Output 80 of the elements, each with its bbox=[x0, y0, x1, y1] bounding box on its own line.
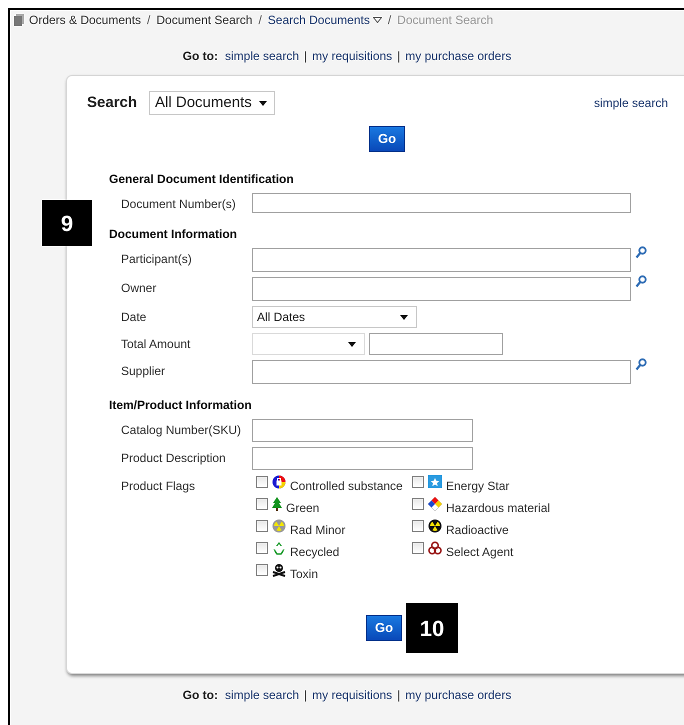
flag-label: Select Agent bbox=[446, 544, 514, 560]
goto-link[interactable]: simple search bbox=[224, 47, 300, 65]
simple-search-link[interactable]: simple search bbox=[594, 94, 668, 112]
flag-icon bbox=[428, 497, 442, 511]
breadcrumb-link[interactable]: Document Search bbox=[156, 11, 252, 29]
field-label: Product Flags bbox=[121, 478, 196, 495]
breadcrumb-link[interactable]: Orders & Documents bbox=[29, 11, 142, 29]
link-separator: | bbox=[304, 48, 308, 65]
checkbox[interactable] bbox=[256, 476, 268, 488]
link-separator: | bbox=[304, 687, 308, 704]
field-label: Catalog Number(SKU) bbox=[121, 422, 242, 439]
flag-icon bbox=[272, 541, 286, 555]
flag-label: Controlled substance bbox=[290, 478, 403, 494]
field-label: Participant(s) bbox=[121, 251, 193, 268]
checkbox[interactable] bbox=[256, 498, 268, 510]
caret-icon bbox=[400, 314, 408, 320]
text-field[interactable] bbox=[252, 277, 631, 301]
checkbox[interactable] bbox=[412, 520, 424, 532]
search-icon bbox=[635, 358, 647, 371]
flag-label: Radioactive bbox=[446, 522, 509, 538]
link-separator: | bbox=[397, 48, 400, 65]
flag-label: Recycled bbox=[290, 544, 340, 560]
text-field[interactable] bbox=[252, 447, 473, 470]
flag-label: Toxin bbox=[290, 566, 318, 582]
section-heading: General Document Identification bbox=[109, 171, 295, 186]
checkbox[interactable] bbox=[256, 542, 268, 554]
callout-badge: 9 bbox=[42, 200, 92, 246]
field-label: Document Number(s) bbox=[121, 196, 237, 213]
field-label: Owner bbox=[121, 280, 158, 297]
go-button[interactable]: Go bbox=[366, 615, 402, 641]
flag-label: Energy Star bbox=[446, 478, 510, 494]
flag-icon bbox=[272, 519, 286, 533]
text-field[interactable] bbox=[252, 193, 631, 213]
scope-dropdown[interactable]: All Documents bbox=[149, 91, 276, 115]
search-icon bbox=[635, 275, 647, 288]
callout-badge: 10 bbox=[406, 603, 458, 653]
checkbox[interactable] bbox=[256, 564, 268, 576]
goto-label: Go to: bbox=[182, 687, 218, 704]
breadcrumb-link[interactable]: Search Documents bbox=[268, 11, 382, 29]
checkbox[interactable] bbox=[412, 498, 424, 510]
goto-link[interactable]: simple search bbox=[224, 686, 300, 704]
amount-field[interactable] bbox=[369, 333, 503, 355]
goto-link[interactable]: my requisitions bbox=[312, 47, 392, 65]
breadcrumb-separator: / bbox=[257, 12, 263, 29]
search-icon bbox=[635, 246, 647, 259]
flag-icon bbox=[428, 475, 442, 489]
field-label: Supplier bbox=[121, 363, 166, 380]
goto-link[interactable]: my requisitions bbox=[312, 686, 392, 704]
field-label: Total Amount bbox=[121, 336, 192, 353]
caret-icon[interactable] bbox=[372, 17, 382, 23]
text-field[interactable] bbox=[252, 360, 631, 384]
go-button[interactable]: Go bbox=[369, 126, 405, 152]
link-separator: | bbox=[397, 687, 400, 704]
document-icon bbox=[14, 14, 24, 26]
text-field[interactable] bbox=[252, 248, 631, 272]
field-label: Product Description bbox=[121, 450, 227, 467]
breadcrumb-separator: / bbox=[386, 12, 392, 29]
caret-icon bbox=[259, 100, 268, 106]
date-dropdown[interactable]: All Dates bbox=[252, 306, 417, 328]
checkbox[interactable] bbox=[412, 542, 424, 554]
goto-label: Go to: bbox=[182, 48, 218, 65]
flag-label: Rad Minor bbox=[290, 522, 346, 538]
flag-icon bbox=[428, 519, 442, 533]
checkbox[interactable] bbox=[256, 520, 268, 532]
search-label: Search bbox=[87, 92, 138, 113]
goto-link[interactable]: my purchase orders bbox=[405, 686, 512, 704]
checkbox[interactable] bbox=[412, 476, 424, 488]
text-field[interactable] bbox=[252, 419, 473, 442]
flag-icon bbox=[272, 475, 286, 489]
breadcrumb-separator: / bbox=[146, 12, 152, 29]
flag-icon bbox=[428, 541, 442, 555]
flag-icon bbox=[272, 497, 282, 511]
field-label: Date bbox=[121, 309, 148, 326]
flag-icon bbox=[272, 563, 286, 577]
caret-icon bbox=[348, 342, 356, 346]
section-heading: Document Information bbox=[109, 226, 238, 241]
section-heading: Item/Product Information bbox=[109, 397, 253, 412]
flag-label: Hazardous material bbox=[446, 500, 550, 516]
goto-link[interactable]: my purchase orders bbox=[405, 47, 512, 65]
flag-label: Green bbox=[286, 500, 320, 516]
